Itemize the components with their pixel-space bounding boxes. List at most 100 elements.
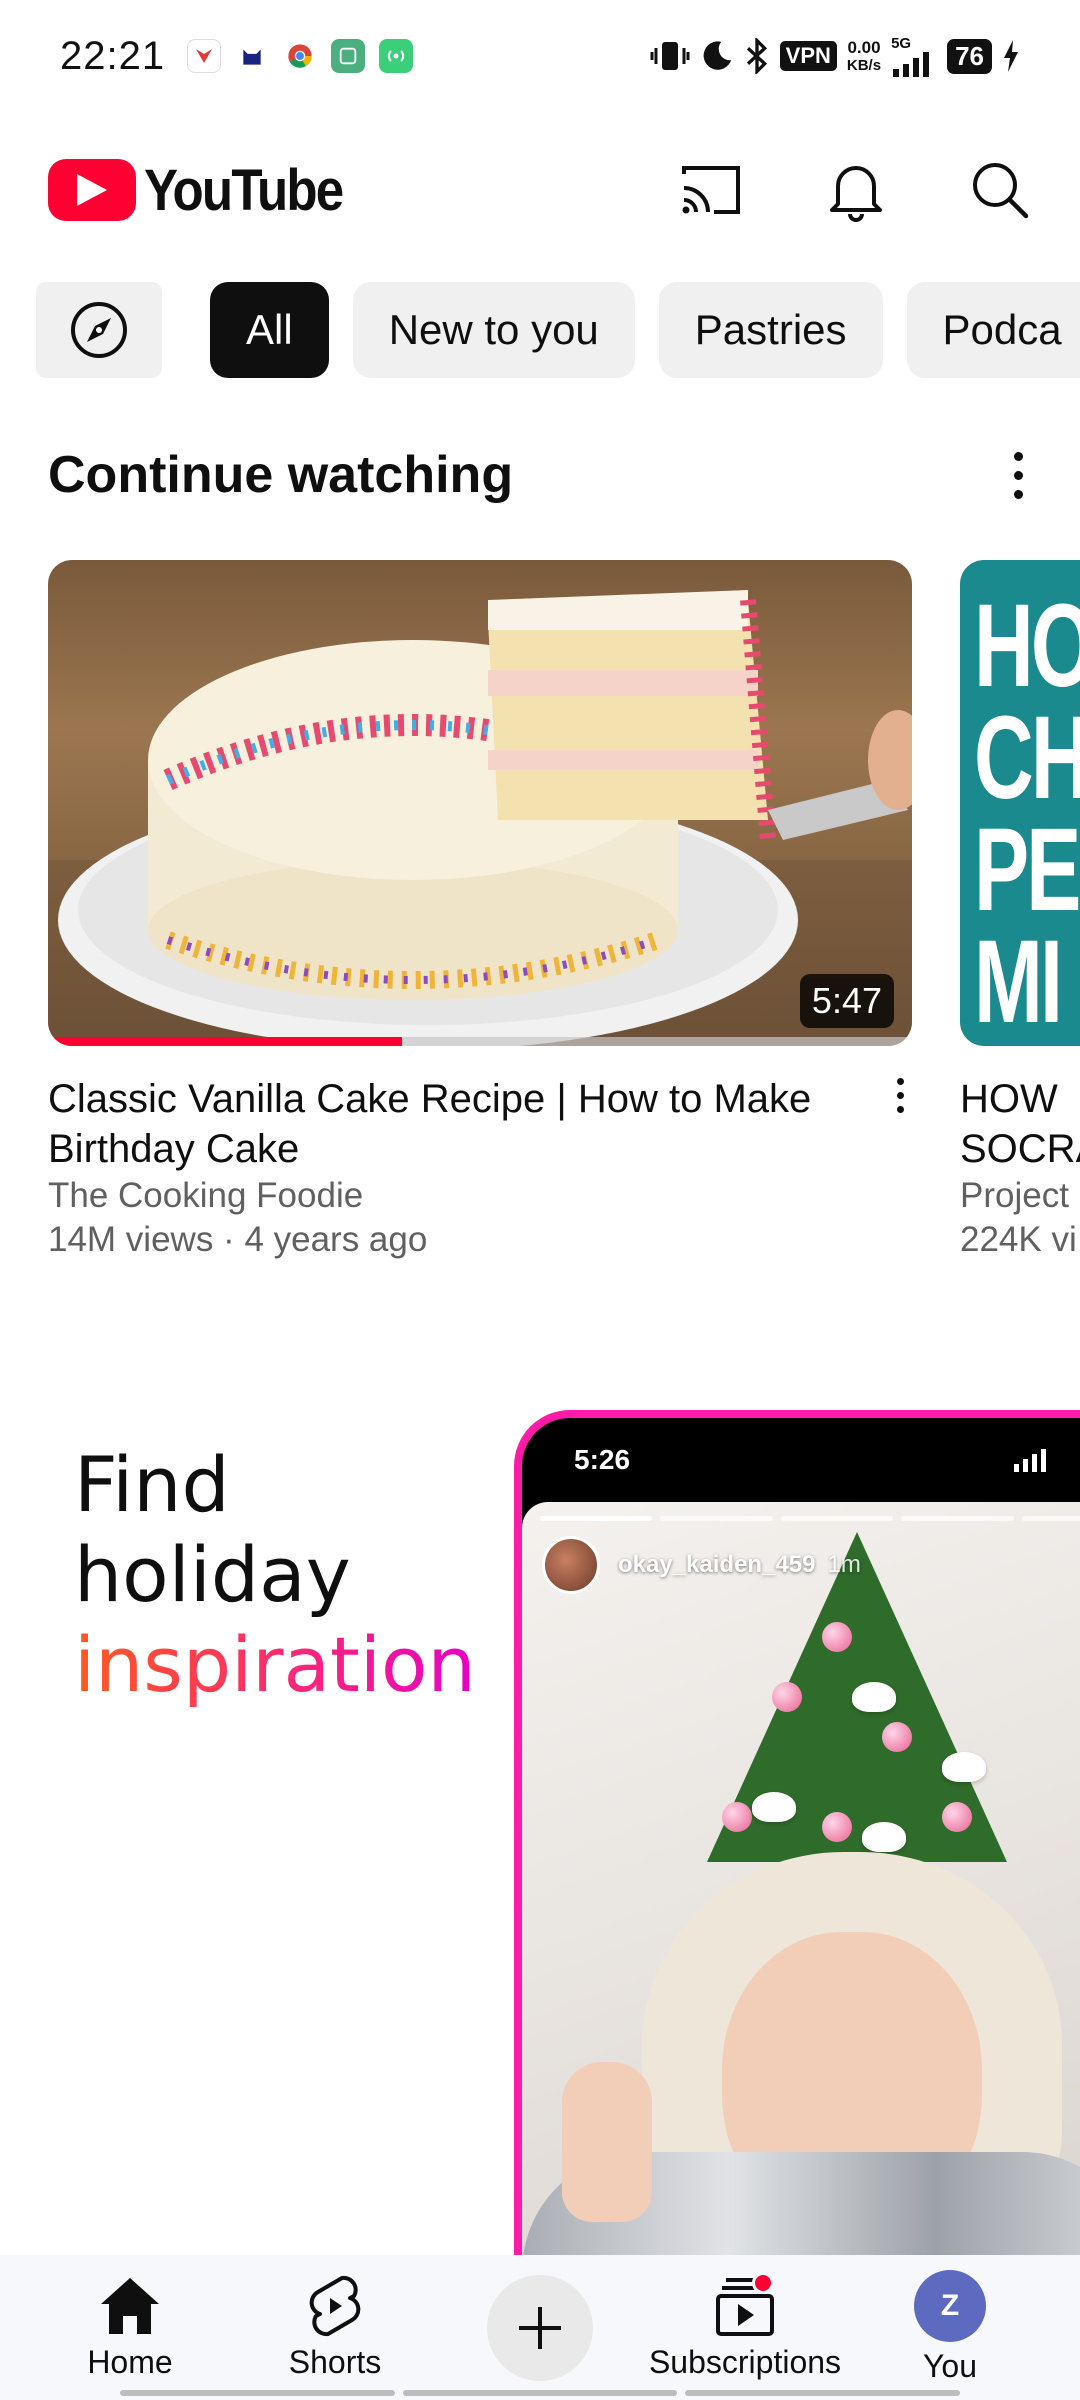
search-button[interactable] <box>968 158 1032 222</box>
home-icon <box>95 2274 165 2338</box>
chip-new-to-you[interactable]: New to you <box>352 282 635 378</box>
top-app-bar: YouTube <box>0 140 1080 240</box>
system-status-icons: VPN 0.00 KB/s 5G 76 <box>650 36 1020 77</box>
video-thumbnail[interactable]: HO CH PE MI <box>960 560 1080 1046</box>
watch-progress-bar <box>48 1037 912 1046</box>
video-meta: Classic Vanilla Cake Recipe | How to Mak… <box>48 1046 912 1262</box>
nav-shorts[interactable]: Shorts <box>235 2274 435 2381</box>
notifications-button[interactable] <box>824 158 888 222</box>
cast-button[interactable] <box>680 158 744 222</box>
ornament <box>822 1622 852 1652</box>
video-duration: 5:47 <box>799 974 894 1028</box>
video-stats: 14M views · 4 years ago <box>48 1220 428 1259</box>
video-title[interactable]: Classic Vanilla Cake Recipe | How to Mak… <box>48 1074 848 1174</box>
video-title-line: SOCRA <box>960 1127 1080 1171</box>
vpn-badge: VPN <box>779 41 837 71</box>
nav-home-label: Home <box>87 2344 173 2380</box>
signal-icon <box>893 51 930 77</box>
status-bar: 22:21 VPN 0.00 KB/s 5G 76 <box>0 0 1080 112</box>
video-card[interactable]: HO CH PE MI HOW SOCRA Project 224K vi <box>960 560 1080 1262</box>
video-views: 224K vi <box>960 1220 1077 1259</box>
promo-line: Find <box>74 1440 230 1529</box>
video-views: 14M views <box>48 1220 214 1259</box>
signal-group: 5G <box>891 36 937 77</box>
explore-chip[interactable] <box>36 282 162 378</box>
status-time: 22:21 <box>60 33 166 78</box>
nav-subscriptions[interactable]: Subscriptions <box>645 2272 845 2381</box>
battery-level: 76 <box>947 38 992 74</box>
plus-icon <box>519 2306 561 2349</box>
bottom-navigation: Home Shorts Subscriptions Z You <box>0 2255 1080 2400</box>
chip-pastries[interactable]: Pastries <box>658 282 883 378</box>
phone-signal-icon <box>1014 1449 1046 1472</box>
video-meta: HOW SOCRA Project 224K vi <box>960 1046 1080 1262</box>
continue-watching-shelf[interactable]: 5:47 Classic Vanilla Cake Recipe | How t… <box>48 560 1080 1280</box>
nav-you[interactable]: Z You <box>850 2270 1050 2385</box>
subscriptions-icon <box>710 2272 780 2338</box>
chip-podcasts[interactable]: Podca <box>906 282 1080 378</box>
video-channel[interactable]: The Cooking Foodie <box>48 1174 912 1218</box>
nav-home[interactable]: Home <box>30 2274 230 2381</box>
holiday-promo-ad[interactable]: Find holiday inspiration 5:26 okay_kaide… <box>0 1410 1080 2260</box>
story-time: 1m <box>827 1551 861 1578</box>
app-notification-icon <box>187 39 222 73</box>
hotspot-icon <box>379 39 414 73</box>
promo-line: holiday <box>74 1530 351 1619</box>
video-menu-button[interactable] <box>888 1078 912 1122</box>
dnd-moon-icon <box>703 41 731 70</box>
search-icon <box>973 163 1029 219</box>
thumbnail-text: HO CH PE MI <box>974 580 1080 1046</box>
promo-line-highlight: inspiration <box>74 1620 476 1709</box>
video-age: 4 years ago <box>244 1220 428 1259</box>
story-progress-bars <box>540 1516 1080 1521</box>
story-screen: okay_kaiden_459 1m <box>522 1502 1080 2260</box>
promo-headline: Find holiday inspiration <box>74 1440 476 1710</box>
thumb-line: MI <box>974 916 1063 1046</box>
peace-sign-hand <box>562 2062 652 2222</box>
app-green-icon <box>331 39 366 73</box>
new-content-dot <box>752 2272 774 2294</box>
thumb-line: PE <box>974 804 1080 936</box>
ribbon-bow <box>862 1822 906 1852</box>
video-title-line: HOW <box>960 1077 1058 1121</box>
cat-app-icon <box>235 39 270 73</box>
notification-icons <box>187 39 414 73</box>
video-card[interactable]: 5:47 Classic Vanilla Cake Recipe | How t… <box>48 560 912 1262</box>
chrome-icon <box>283 39 318 73</box>
story-username: okay_kaiden_459 <box>618 1551 816 1578</box>
ornament <box>822 1812 852 1842</box>
continue-watching-header: Continue watching <box>48 440 1038 510</box>
create-button[interactable] <box>487 2274 593 2381</box>
watch-progress-fill <box>48 1037 403 1046</box>
video-channel[interactable]: Project <box>960 1174 1080 1218</box>
bluetooth-icon <box>746 38 767 74</box>
network-type: 5G <box>891 34 912 52</box>
nav-create[interactable] <box>440 2274 640 2381</box>
phone-status-bar: 5:26 <box>522 1418 1080 1502</box>
net-speed: 0.00 KB/s <box>847 39 881 74</box>
ornament <box>772 1682 802 1712</box>
ribbon-bow <box>942 1752 986 1782</box>
nav-subscriptions-label: Subscriptions <box>648 2344 842 2380</box>
thumb-line: HO <box>974 580 1080 712</box>
section-title: Continue watching <box>48 446 514 504</box>
story-avatar <box>542 1536 600 1594</box>
chip-all[interactable]: All <box>210 282 329 378</box>
ornament <box>942 1802 972 1832</box>
thumb-line: CH <box>974 692 1080 824</box>
compass-icon <box>71 302 127 358</box>
cake-thumbnail-art <box>48 590 912 1046</box>
video-title[interactable]: HOW SOCRA <box>960 1074 1080 1174</box>
promo-phone-mockup: 5:26 okay_kaiden_459 1m <box>514 1410 1080 2260</box>
bell-icon <box>830 166 882 222</box>
youtube-logo[interactable]: YouTube <box>48 157 369 224</box>
ornament <box>882 1722 912 1752</box>
youtube-wordmark: YouTube <box>144 157 344 223</box>
filter-chips: All New to you Pastries Podca <box>36 282 1080 378</box>
story-user: okay_kaiden_459 1m <box>542 1536 861 1594</box>
ornament <box>722 1802 752 1832</box>
ribbon-bow <box>852 1682 896 1712</box>
charging-icon <box>1004 40 1018 72</box>
section-menu-button[interactable] <box>998 440 1038 510</box>
video-thumbnail[interactable]: 5:47 <box>48 560 912 1046</box>
